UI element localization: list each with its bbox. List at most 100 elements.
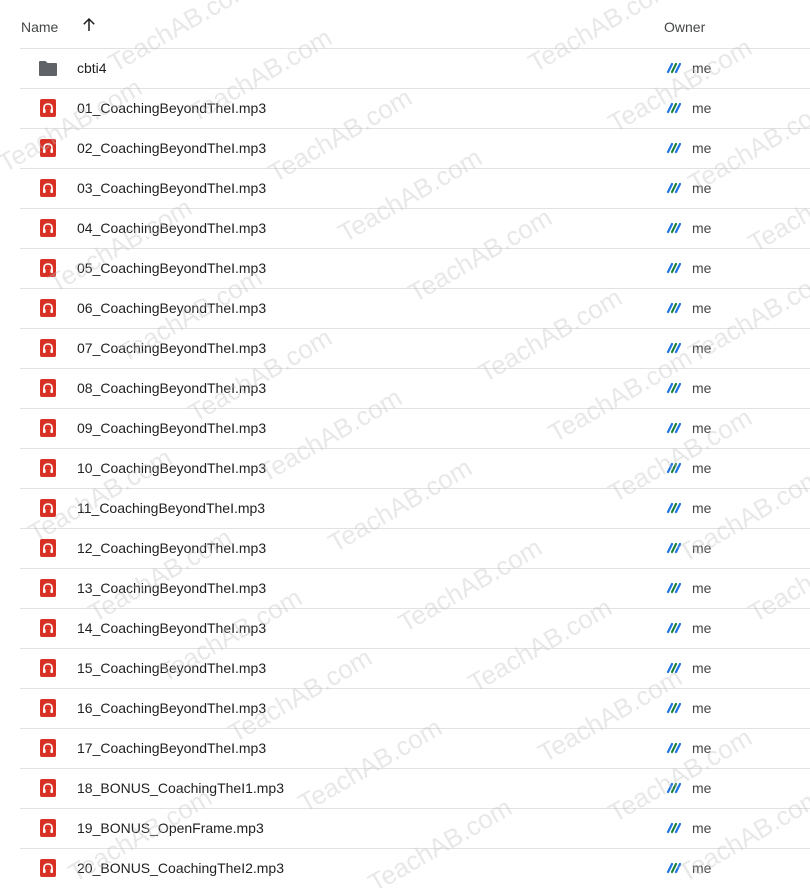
owner-name: me: [692, 300, 712, 316]
audio-file-icon: [40, 739, 56, 757]
file-name: 09_CoachingBeyondTheI.mp3: [77, 420, 267, 436]
file-name: 08_CoachingBeyondTheI.mp3: [77, 380, 267, 396]
shared-drive-icon: [667, 462, 681, 474]
owner-name: me: [692, 540, 712, 556]
shared-drive-icon: [667, 302, 681, 314]
file-row[interactable]: 09_CoachingBeyondTheI.mp3 me: [0, 408, 810, 448]
owner-name: me: [692, 820, 712, 836]
shared-drive-icon: [667, 782, 681, 794]
shared-drive-icon: [667, 422, 681, 434]
file-row[interactable]: 10_CoachingBeyondTheI.mp3 me: [0, 448, 810, 488]
file-name: 07_CoachingBeyondTheI.mp3: [77, 340, 267, 356]
file-row[interactable]: 06_CoachingBeyondTheI.mp3 me: [0, 288, 810, 328]
file-row[interactable]: 01_CoachingBeyondTheI.mp3 me: [0, 88, 810, 128]
file-name: 18_BONUS_CoachingTheI1.mp3: [77, 780, 285, 796]
file-row[interactable]: 02_CoachingBeyondTheI.mp3 me: [0, 128, 810, 168]
file-row[interactable]: 16_CoachingBeyondTheI.mp3 me: [0, 688, 810, 728]
file-row[interactable]: cbti4 me: [0, 48, 810, 88]
shared-drive-icon: [667, 502, 681, 514]
audio-file-icon: [40, 619, 56, 637]
file-row[interactable]: 11_CoachingBeyondTheI.mp3 me: [0, 488, 810, 528]
owner-name: me: [692, 140, 712, 156]
owner-name: me: [692, 500, 712, 516]
owner-name: me: [692, 660, 712, 676]
file-name: 15_CoachingBeyondTheI.mp3: [77, 660, 267, 676]
file-list-header: Name Owner: [0, 0, 810, 48]
file-row[interactable]: 18_BONUS_CoachingTheI1.mp3 me: [0, 768, 810, 808]
name-column-header[interactable]: Name: [21, 19, 58, 35]
audio-file-icon: [40, 379, 56, 397]
shared-drive-icon: [667, 222, 681, 234]
file-row[interactable]: 12_CoachingBeyondTheI.mp3 me: [0, 528, 810, 568]
shared-drive-icon: [667, 582, 681, 594]
owner-name: me: [692, 260, 712, 276]
file-name: 12_CoachingBeyondTheI.mp3: [77, 540, 267, 556]
shared-drive-icon: [667, 262, 681, 274]
owner-name: me: [692, 60, 712, 76]
audio-file-icon: [40, 499, 56, 517]
shared-drive-icon: [667, 342, 681, 354]
file-name: 10_CoachingBeyondTheI.mp3: [77, 460, 267, 476]
file-row[interactable]: 20_BONUS_CoachingTheI2.mp3 me: [0, 848, 810, 888]
file-row[interactable]: 03_CoachingBeyondTheI.mp3 me: [0, 168, 810, 208]
file-name: 05_CoachingBeyondTheI.mp3: [77, 260, 267, 276]
file-name: 17_CoachingBeyondTheI.mp3: [77, 740, 267, 756]
shared-drive-icon: [667, 102, 681, 114]
shared-drive-icon: [667, 662, 681, 674]
file-row[interactable]: 04_CoachingBeyondTheI.mp3 me: [0, 208, 810, 248]
audio-file-icon: [40, 659, 56, 677]
audio-file-icon: [40, 859, 56, 877]
owner-name: me: [692, 180, 712, 196]
shared-drive-icon: [667, 182, 681, 194]
audio-file-icon: [40, 179, 56, 197]
file-name: 01_CoachingBeyondTheI.mp3: [77, 100, 267, 116]
audio-file-icon: [40, 219, 56, 237]
file-row[interactable]: 15_CoachingBeyondTheI.mp3 me: [0, 648, 810, 688]
file-name: 13_CoachingBeyondTheI.mp3: [77, 580, 267, 596]
owner-name: me: [692, 460, 712, 476]
file-name: 11_CoachingBeyondTheI.mp3: [77, 500, 266, 516]
shared-drive-icon: [667, 542, 681, 554]
audio-file-icon: [40, 339, 56, 357]
shared-drive-icon: [667, 862, 681, 874]
audio-file-icon: [40, 299, 56, 317]
file-name: cbti4: [77, 60, 107, 76]
file-name: 04_CoachingBeyondTheI.mp3: [77, 220, 267, 236]
audio-file-icon: [40, 259, 56, 277]
file-row[interactable]: 08_CoachingBeyondTheI.mp3 me: [0, 368, 810, 408]
audio-file-icon: [40, 539, 56, 557]
owner-name: me: [692, 380, 712, 396]
file-row[interactable]: 13_CoachingBeyondTheI.mp3 me: [0, 568, 810, 608]
arrow-up-icon[interactable]: [80, 16, 98, 34]
file-row[interactable]: 17_CoachingBeyondTheI.mp3 me: [0, 728, 810, 768]
file-row[interactable]: 07_CoachingBeyondTheI.mp3 me: [0, 328, 810, 368]
owner-name: me: [692, 620, 712, 636]
file-name: 20_BONUS_CoachingTheI2.mp3: [77, 860, 285, 876]
file-name: 02_CoachingBeyondTheI.mp3: [77, 140, 267, 156]
audio-file-icon: [40, 139, 56, 157]
owner-name: me: [692, 780, 712, 796]
shared-drive-icon: [667, 382, 681, 394]
audio-file-icon: [40, 579, 56, 597]
owner-column-header[interactable]: Owner: [664, 19, 705, 35]
audio-file-icon: [40, 699, 56, 717]
file-list: cbti4 me 01_CoachingBeyondTheI.mp3 me 02…: [0, 48, 810, 888]
file-name: 19_BONUS_OpenFrame.mp3: [77, 820, 264, 836]
owner-name: me: [692, 740, 712, 756]
shared-drive-icon: [667, 622, 681, 634]
file-row[interactable]: 14_CoachingBeyondTheI.mp3 me: [0, 608, 810, 648]
shared-drive-icon: [667, 742, 681, 754]
shared-drive-icon: [667, 142, 681, 154]
audio-file-icon: [40, 459, 56, 477]
owner-name: me: [692, 420, 712, 436]
file-row[interactable]: 19_BONUS_OpenFrame.mp3 me: [0, 808, 810, 848]
audio-file-icon: [40, 99, 56, 117]
audio-file-icon: [40, 819, 56, 837]
file-name: 06_CoachingBeyondTheI.mp3: [77, 300, 267, 316]
audio-file-icon: [40, 419, 56, 437]
shared-drive-icon: [667, 702, 681, 714]
owner-name: me: [692, 340, 712, 356]
owner-name: me: [692, 860, 712, 876]
file-name: 16_CoachingBeyondTheI.mp3: [77, 700, 267, 716]
file-row[interactable]: 05_CoachingBeyondTheI.mp3 me: [0, 248, 810, 288]
